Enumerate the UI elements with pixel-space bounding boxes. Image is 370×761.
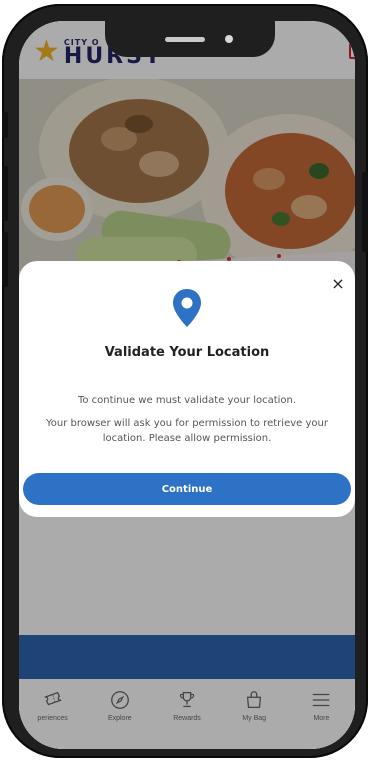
- modal-text-primary: To continue we must validate your locati…: [77, 395, 297, 406]
- phone-screen: ★ CITY O HURST periences Explore Rewards…: [19, 21, 355, 749]
- phone-frame: ★ CITY O HURST periences Explore Rewards…: [2, 4, 368, 758]
- continue-button[interactable]: Continue: [23, 473, 351, 505]
- validate-location-modal: × Validate Your Location To continue we …: [19, 261, 355, 517]
- modal-text-secondary: Your browser will ask you for permission…: [46, 418, 328, 444]
- close-icon[interactable]: ×: [329, 275, 347, 293]
- camera-icon: [225, 35, 233, 43]
- location-pin-icon: [173, 289, 201, 327]
- phone-volume-up-button: [2, 166, 8, 221]
- modal-title: Validate Your Location: [104, 345, 270, 360]
- phone-power-button: [362, 172, 368, 252]
- phone-notch: [105, 21, 275, 57]
- speaker-grille: [165, 37, 205, 42]
- phone-volume-down-button: [2, 232, 8, 287]
- phone-side-button: [2, 112, 8, 138]
